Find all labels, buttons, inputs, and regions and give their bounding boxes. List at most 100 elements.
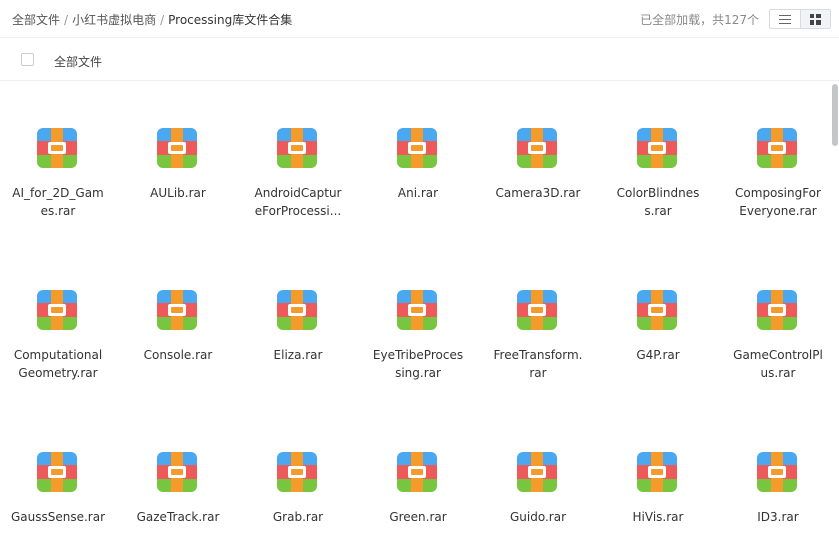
file-item[interactable]: Console.rar (121, 243, 231, 383)
grid-view-button[interactable] (800, 10, 830, 28)
file-grid: AI_for_2D_Gam es.rar AULib.rar AndroidCaptu… (0, 81, 830, 533)
rar-archive-icon (397, 290, 437, 330)
breadcrumb-separator: / (64, 13, 69, 27)
file-name-line2: s.rar (644, 204, 672, 218)
file-name-line1: GazeTrack.rar (136, 510, 220, 524)
file-name: Console.rar (121, 346, 235, 364)
select-all-label: 全部文件 (54, 55, 103, 69)
file-item[interactable]: ComposingFor Everyone.rar (721, 81, 830, 221)
file-item[interactable]: Eliza.rar (241, 243, 351, 383)
rar-archive-icon (757, 452, 797, 492)
file-name-line1: Eliza.rar (273, 348, 323, 362)
file-name-line1: FreeTransform. (493, 348, 583, 362)
file-item[interactable]: AndroidCaptur eForProcessi... (241, 81, 351, 221)
file-item[interactable]: GameControlPl us.rar (721, 243, 830, 383)
file-name-line1: ColorBlindnes (616, 186, 700, 200)
rar-archive-icon (157, 128, 197, 168)
rar-archive-icon (637, 452, 677, 492)
file-item[interactable]: GaussSense.rar (1, 405, 111, 533)
rar-archive-icon (397, 128, 437, 168)
file-name: ColorBlindnes s.rar (601, 184, 715, 220)
file-name-line1: ComposingFor (735, 186, 821, 200)
rar-archive-icon (157, 452, 197, 492)
rar-archive-icon (277, 452, 317, 492)
file-name: ComposingFor Everyone.rar (721, 184, 830, 220)
breadcrumb: 全部文件 / 小红书虚拟电商 / Processing库文件合集 (12, 11, 292, 28)
file-name: Ani.rar (361, 184, 475, 202)
select-all-checkbox[interactable] (21, 53, 34, 66)
file-name-line1: Ani.rar (397, 186, 439, 200)
file-name: HiVis.rar (601, 508, 715, 526)
rar-archive-icon (517, 452, 557, 492)
view-toggle (769, 9, 831, 29)
file-item[interactable]: GazeTrack.rar (121, 405, 231, 533)
breadcrumb-root[interactable]: 全部文件 (12, 13, 60, 27)
file-item[interactable]: EyeTribeProces sing.rar (361, 243, 471, 383)
file-item[interactable]: Ani.rar (361, 81, 471, 221)
file-item[interactable]: AI_for_2D_Gam es.rar (1, 81, 111, 221)
file-name: Grab.rar (241, 508, 355, 526)
file-name-line2: eForProcessi... (254, 204, 342, 218)
file-name-line1: Computational (13, 348, 103, 362)
rar-archive-icon (757, 128, 797, 168)
file-item[interactable]: Computational Geometry.rar (1, 243, 111, 383)
breadcrumb-level1[interactable]: 小红书虚拟电商 (72, 13, 156, 27)
file-name-line1: HiVis.rar (632, 510, 684, 524)
file-item[interactable]: ID3.rar (721, 405, 830, 533)
file-name: ID3.rar (721, 508, 830, 526)
breadcrumb-separator: / (160, 13, 165, 27)
rar-archive-icon (757, 290, 797, 330)
file-name: GazeTrack.rar (121, 508, 235, 526)
rar-archive-icon (517, 128, 557, 168)
file-item[interactable]: Grab.rar (241, 405, 351, 533)
file-name: Green.rar (361, 508, 475, 526)
rar-archive-icon (637, 128, 677, 168)
file-name: Camera3D.rar (481, 184, 595, 202)
file-item[interactable]: Camera3D.rar (481, 81, 591, 221)
file-name-line2: Geometry.rar (18, 366, 98, 380)
file-item[interactable]: FreeTransform. rar (481, 243, 591, 383)
file-item[interactable]: HiVis.rar (601, 405, 711, 533)
file-name-line1: G4P.rar (636, 348, 680, 362)
file-list-header: 全部文件 (0, 39, 839, 81)
rar-archive-icon (157, 290, 197, 330)
file-name-line2: Everyone.rar (739, 204, 817, 218)
file-item[interactable]: Green.rar (361, 405, 471, 533)
breadcrumb-current: Processing库文件合集 (168, 13, 293, 27)
file-item[interactable]: Guido.rar (481, 405, 591, 533)
rar-archive-icon (277, 290, 317, 330)
file-name: EyeTribeProces sing.rar (361, 346, 475, 382)
file-name-line1: AI_for_2D_Gam (12, 186, 104, 200)
file-name-line1: Camera3D.rar (495, 186, 581, 200)
list-icon (778, 14, 791, 24)
file-name-line2: us.rar (760, 366, 796, 380)
file-name: Guido.rar (481, 508, 595, 526)
grid-icon (809, 13, 821, 25)
file-item[interactable]: G4P.rar (601, 243, 711, 383)
rar-archive-icon (37, 452, 77, 492)
file-name-line2: rar (529, 366, 547, 380)
file-name: AI_for_2D_Gam es.rar (1, 184, 115, 220)
file-name: GaussSense.rar (1, 508, 115, 526)
file-name: AULib.rar (121, 184, 235, 202)
scrollbar-track[interactable] (831, 81, 839, 533)
file-name: Computational Geometry.rar (1, 346, 115, 382)
file-item[interactable]: ColorBlindnes s.rar (601, 81, 711, 221)
file-name-line1: Guido.rar (509, 510, 567, 524)
file-name-line1: Grab.rar (272, 510, 324, 524)
file-name-line1: ID3.rar (757, 510, 799, 524)
file-name-line1: EyeTribeProces (372, 348, 464, 362)
rar-archive-icon (637, 290, 677, 330)
file-name: Eliza.rar (241, 346, 355, 364)
list-view-button[interactable] (770, 10, 801, 28)
rar-archive-icon (37, 128, 77, 168)
top-bar: 全部文件 / 小红书虚拟电商 / Processing库文件合集 已全部加载，共127个 (0, 0, 839, 38)
file-name-line1: AULib.rar (150, 186, 206, 200)
file-name-line1: GameControlPl (733, 348, 823, 362)
file-name: G4P.rar (601, 346, 715, 364)
file-name-line2: es.rar (40, 204, 76, 218)
file-name-line1: Green.rar (389, 510, 447, 524)
file-item[interactable]: AULib.rar (121, 81, 231, 221)
rar-archive-icon (37, 290, 77, 330)
scrollbar-thumb[interactable] (832, 84, 838, 146)
